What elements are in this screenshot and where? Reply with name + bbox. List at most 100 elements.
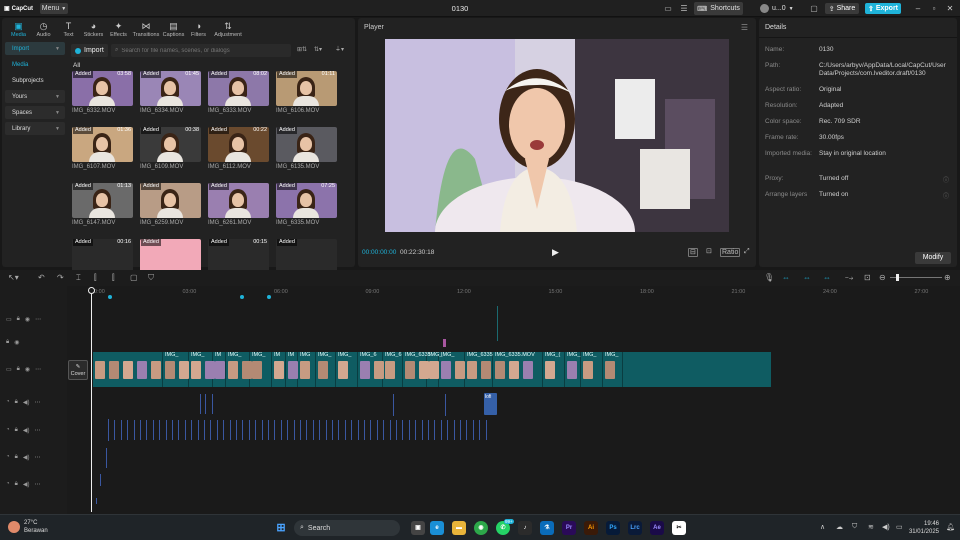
audio-track-icon[interactable]: ◔ [6,454,10,461]
video-clip[interactable]: IMG_ [189,352,215,387]
sidebar-item-import[interactable]: Import ▼ [5,42,65,55]
timeline-ruler[interactable]: 00:00 03:00 06:00 09:00 12:00 15:00 18:00 21:00… [67,286,960,298]
more-icon[interactable]: ⋯ [34,481,40,488]
select-tool-icon[interactable]: ↖▾ [8,273,19,283]
menu-icon[interactable]: ☰ [741,23,748,32]
video-clip[interactable]: IMG_ [565,352,581,387]
media-item[interactable]: Added 00:22 IMG_6112.MOV [208,127,269,171]
marker[interactable] [267,295,271,299]
volume-icon[interactable]: ◀) [882,523,890,531]
settings-icon[interactable]: ☰ [678,4,690,13]
premiere-icon[interactable]: Pr [562,521,576,535]
media-item[interactable]: Added 08:02 IMG_6333.MOV [208,71,269,115]
sidebar-item-spaces[interactable]: Spaces ▼ [5,106,65,119]
capcut-taskbar-icon[interactable]: ✂ [672,521,686,535]
view-toggle-icon[interactable]: ⊞⇅ [297,46,311,55]
lightroom-icon[interactable]: Lrc [628,521,642,535]
import-button[interactable]: Import [71,44,108,57]
task-view-icon[interactable]: ▣ [411,521,425,535]
tab-adjustment[interactable]: ⇅ Adjustment [211,18,245,39]
video-clip[interactable]: IMG_ [250,352,272,387]
marker[interactable] [108,295,112,299]
video-clip[interactable]: IMG_ [226,352,252,387]
maximize-icon[interactable]: ▫ [928,3,940,14]
video-clip[interactable]: IMG_ [336,352,358,387]
export-button[interactable]: ⇧ Export [865,3,901,14]
zoom-in-icon[interactable]: ⊕ [944,273,951,283]
lock-icon[interactable]: 🔒︎ [17,316,20,323]
track-icon[interactable]: ▭ [6,366,12,373]
shortcuts-button[interactable]: ⌨ Shortcuts [694,2,743,15]
info-icon[interactable]: ⓘ [943,175,949,184]
tab-effects[interactable]: ✦ Effects [106,18,131,39]
media-item[interactable]: Added 01:13 IMG_6147.MOV [72,183,133,227]
video-clip[interactable]: IM [272,352,286,387]
file-explorer-icon[interactable]: ▬ [452,521,466,535]
link-track-icon[interactable]: ⇔ [823,273,831,283]
edge-icon[interactable]: e [430,521,444,535]
wifi-icon[interactable]: ≋ [868,523,874,531]
tab-stickers[interactable]: ◕ Stickers [81,18,106,39]
illustrator-icon[interactable]: Ai [584,521,598,535]
layout-icon[interactable]: ▭ [662,4,674,13]
tab-media[interactable]: ▣ Media [6,18,31,39]
video-clip[interactable]: IMG_6 [383,352,403,387]
video-clip[interactable]: IMG_6335.MOV [493,352,543,387]
clock[interactable]: 19:46 31/01/2025 [905,520,939,536]
track-icon[interactable]: ▭ [6,316,12,323]
eye-icon[interactable]: ◉ [14,339,19,346]
media-item[interactable]: Added 00:38 IMG_6109.MOV [140,127,201,171]
tab-transitions[interactable]: ⋈ Transitions [131,18,161,39]
screenshot-icon[interactable]: ⊡ [705,248,713,257]
eye-icon[interactable]: ◉ [25,366,30,373]
tab-captions[interactable]: ▤ Captions [161,18,186,39]
share-button[interactable]: ⇪ Share [825,3,859,14]
video-clip[interactable]: IMG [298,352,316,387]
monitor-icon[interactable]: ▢ [808,4,820,13]
shield-icon[interactable]: ⛉ [852,523,857,531]
more-icon[interactable]: ⋯ [35,316,41,323]
notification-icon[interactable]: 🔔︎ [946,523,955,531]
main-video-track[interactable]: IMG_ IMG_ IM IMG_ IMG_ IM IM IMG IMG_ IMG_ IMG_6 IM… [93,352,771,387]
video-clip[interactable]: IMG_ [163,352,189,387]
split-left-icon[interactable]: ⫿ [94,273,97,283]
delete-icon[interactable]: ▢ [130,273,138,283]
user-account[interactable]: u...0 ▼ [760,3,810,14]
minimize-icon[interactable]: – [912,3,924,14]
lock-icon[interactable]: 🔒︎ [15,399,18,406]
lock-icon[interactable]: 🔒︎ [15,454,18,461]
speaker-icon[interactable]: ◀) [23,454,30,461]
menu-button[interactable]: Menu ▼ [40,3,68,14]
cloud-icon[interactable]: ☁ [836,523,843,531]
video-clip[interactable]: IMG_ [581,352,603,387]
cover-button[interactable]: ✎ Cover [68,360,88,380]
media-item[interactable]: Added IMG_6135.MOV [276,127,337,171]
split-right-icon[interactable]: ⫿ [112,273,115,283]
battery-icon[interactable]: ▭ [896,523,903,531]
video-clip[interactable]: IMG_6335 [465,352,493,387]
link-main-icon[interactable]: ⇔ [782,273,790,283]
sidebar-item-yours[interactable]: Yours ▼ [5,90,65,103]
video-clip[interactable]: IMG_ [439,352,465,387]
media-item[interactable]: Added 01:11 IMG_6106.MOV [276,71,337,115]
sidebar-item-library[interactable]: Library ▼ [5,122,65,135]
audio-track-icon[interactable]: ◔ [6,399,10,406]
play-icon[interactable]: ▶ [552,247,559,258]
more-icon[interactable]: ⋯ [35,366,41,373]
tab-audio[interactable]: ◷ Audio [31,18,56,39]
taskbar-search[interactable]: ⌕ Search [294,520,400,536]
video-clip[interactable]: IMG_( [543,352,565,387]
close-icon[interactable]: ✕ [944,3,956,14]
audio-track-icon[interactable]: ◔ [6,481,10,488]
video-clip[interactable]: IMG_ [603,352,623,387]
media-item[interactable]: Added IMG_6259.MOV [140,183,201,227]
playhead[interactable] [91,288,92,512]
filter-icon[interactable]: ⏚▾ [335,46,349,55]
media-item[interactable]: Added 03:58 IMG_6332.MOV [72,71,133,115]
pink-clip[interactable] [443,339,446,347]
speaker-icon[interactable]: ◀) [23,481,30,488]
more-icon[interactable]: ⋯ [34,427,40,434]
microphone-icon[interactable]: 🎙 [764,273,774,283]
search-input[interactable] [121,47,282,54]
sidebar-item-subprojects[interactable]: Subprojects [5,74,65,87]
